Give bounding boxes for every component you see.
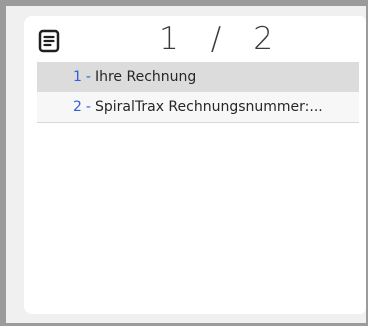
document-dash: - [85,99,91,115]
page-counter: 1 / 2 [159,22,273,56]
panel-header: 1 / 2 [24,16,366,62]
current-page-number: 1 [159,20,179,57]
document-dash: - [85,69,91,85]
document-title: Ihre Rechnung [94,69,197,85]
document-number: 1 [73,69,82,85]
page-separator: / [210,20,222,57]
document-number: 2 [73,99,82,115]
document-icon[interactable] [38,29,60,53]
document-list-panel: 1 / 2 1 - Ihre Rechnung 2 - SpiralTrax R… [24,16,366,314]
document-list: 1 - Ihre Rechnung 2 - SpiralTrax Rechnun… [37,62,359,123]
document-list-item-1[interactable]: 1 - Ihre Rechnung [37,62,359,92]
total-pages-number: 2 [253,20,273,57]
document-title: SpiralTrax Rechnungsnummer:... [94,99,323,115]
document-list-item-2[interactable]: 2 - SpiralTrax Rechnungsnummer:... [37,92,359,123]
